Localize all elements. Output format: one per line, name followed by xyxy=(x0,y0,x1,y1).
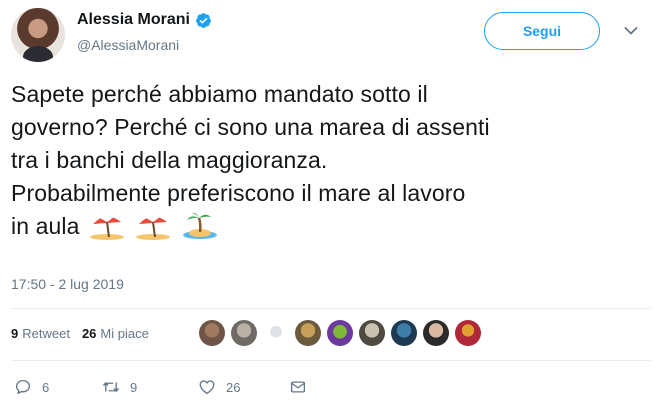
tweet-text-line: in aula xyxy=(11,213,80,239)
tweet-text: Sapete perché abbiamo mandato sotto il g… xyxy=(11,78,651,243)
liker-avatar[interactable] xyxy=(455,320,481,346)
liker-avatar[interactable] xyxy=(359,320,385,346)
retweets-stat[interactable]: 9 Retweet xyxy=(11,326,70,341)
tweet-text-line: tra i banchi della maggioranza. xyxy=(11,147,328,173)
liker-avatar[interactable] xyxy=(199,320,225,346)
author-name-row: Alessia Morani xyxy=(77,11,212,29)
liker-avatar[interactable] xyxy=(231,320,257,346)
heart-icon xyxy=(199,380,215,395)
reply-icon xyxy=(15,379,31,395)
desert-island-icon xyxy=(182,212,217,239)
author-handle[interactable]: @AlessiaMorani xyxy=(77,37,179,53)
reply-button[interactable]: 6 xyxy=(14,378,102,396)
like-button[interactable]: 26 xyxy=(198,378,289,396)
divider xyxy=(11,360,651,361)
tweet-text-line: Sapete perché abbiamo mandato sotto il xyxy=(11,81,428,107)
retweet-icon xyxy=(102,382,120,392)
reply-count: 6 xyxy=(42,379,50,395)
likes-count: 26 xyxy=(81,326,97,341)
author-display-name[interactable]: Alessia Morani xyxy=(77,11,190,29)
beach-umbrella-icon xyxy=(136,215,171,240)
tweet-actions: 6 9 26 xyxy=(14,378,307,396)
liker-avatars xyxy=(199,320,481,346)
retweets-label: Retweet xyxy=(22,326,70,341)
tweet-text-line: governo? Perché ci sono una marea di ass… xyxy=(11,114,490,140)
likes-stat[interactable]: 26 Mi piace xyxy=(82,326,149,341)
liker-avatar[interactable] xyxy=(295,320,321,346)
beach-umbrella-icon xyxy=(89,215,124,240)
envelope-icon xyxy=(290,381,306,393)
retweet-count: 9 xyxy=(130,379,138,395)
retweet-button[interactable]: 9 xyxy=(102,378,198,396)
tweet-timestamp[interactable]: 17:50 - 2 lug 2019 xyxy=(11,276,124,292)
liker-avatar[interactable] xyxy=(391,320,417,346)
direct-message-button[interactable] xyxy=(289,378,307,396)
tweet-stats: 9 Retweet 26 Mi piace xyxy=(11,326,161,341)
follow-button[interactable]: Segui xyxy=(484,12,600,50)
author-avatar[interactable] xyxy=(11,8,65,62)
retweets-count: 9 xyxy=(11,326,19,341)
verified-badge-icon xyxy=(195,12,211,28)
liker-avatar[interactable] xyxy=(263,320,289,346)
divider xyxy=(11,308,651,309)
liker-avatar[interactable] xyxy=(327,320,353,346)
likes-label: Mi piace xyxy=(100,326,149,341)
chevron-down-icon[interactable] xyxy=(624,26,638,36)
tweet-text-line: Probabilmente preferiscono il mare al la… xyxy=(11,180,466,206)
like-count: 26 xyxy=(226,379,241,395)
tweet-text-line-last: in aula xyxy=(11,210,651,243)
liker-avatar[interactable] xyxy=(423,320,449,346)
